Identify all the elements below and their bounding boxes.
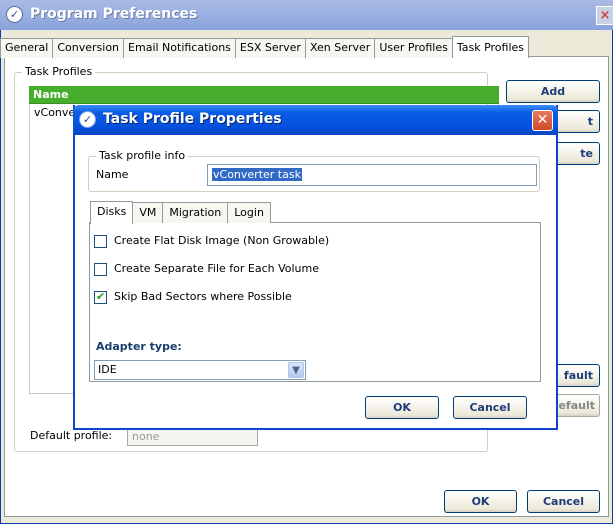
adapter-type-select[interactable]: IDE <box>94 360 306 380</box>
tab-vm[interactable]: VM <box>132 202 164 223</box>
dialog-close-icon[interactable]: ✕ <box>532 110 553 131</box>
tab-email-notifications[interactable]: Email Notifications <box>123 38 236 58</box>
tab-disks[interactable]: Disks <box>90 201 134 224</box>
flat-disk-checkbox[interactable] <box>94 235 107 248</box>
tab-migration[interactable]: Migration <box>162 202 229 223</box>
name-field[interactable]: vConverter task <box>207 164 537 186</box>
dialog-ok-button[interactable]: OK <box>365 396 439 419</box>
flat-disk-label: Create Flat Disk Image (Non Growable) <box>114 234 330 247</box>
tab-login[interactable]: Login <box>227 202 271 223</box>
dialog-cancel-button[interactable]: Cancel <box>453 396 527 419</box>
task-profiles-group-label: Task Profiles <box>22 65 96 78</box>
app-logo-icon: ✓ <box>6 6 23 23</box>
tab-user-profiles[interactable]: User Profiles <box>374 38 453 58</box>
cancel-button[interactable]: Cancel <box>527 490 600 513</box>
tab-xen-server[interactable]: Xen Server <box>304 38 376 58</box>
skip-bad-sectors-checkbox[interactable] <box>94 290 107 304</box>
tab-general[interactable]: General <box>0 38 54 58</box>
tab-conversion[interactable]: Conversion <box>52 38 125 58</box>
separate-file-checkbox[interactable] <box>94 263 107 276</box>
dialog-tab-strip: Disks VM Migration Login <box>90 201 271 224</box>
name-field-value: vConverter task <box>212 168 302 181</box>
name-label: Name <box>96 168 129 181</box>
main-window-title: Program Preferences <box>30 6 198 22</box>
skip-bad-sectors-label: Skip Bad Sectors where Possible <box>114 290 292 303</box>
dialog-title: Task Profile Properties <box>103 111 282 127</box>
list-item-label: vConve <box>34 106 76 119</box>
add-button[interactable]: Add <box>506 80 600 103</box>
adapter-type-label: Adapter type: <box>96 340 182 353</box>
main-tab-strip: General Conversion Email Notifications E… <box>0 36 529 58</box>
main-close-icon[interactable]: × <box>596 6 613 25</box>
task-profile-info-label: Task profile info <box>96 149 189 162</box>
separate-file-label: Create Separate File for Each Volume <box>114 262 320 275</box>
chevron-down-icon[interactable]: ▼ <box>288 362 304 378</box>
tab-task-profiles[interactable]: Task Profiles <box>451 36 529 58</box>
dialog-title-bar[interactable]: ✓ Task Profile Properties <box>73 105 558 135</box>
list-header-name[interactable]: Name <box>29 86 499 104</box>
main-title-bar[interactable]: ✓ Program Preferences <box>0 0 613 30</box>
list-header-label: Name <box>33 88 69 101</box>
ok-button[interactable]: OK <box>444 490 517 513</box>
tab-esx-server[interactable]: ESX Server <box>234 38 306 58</box>
dialog-logo-icon: ✓ <box>79 111 96 128</box>
default-profile-label: Default profile: <box>30 429 113 442</box>
